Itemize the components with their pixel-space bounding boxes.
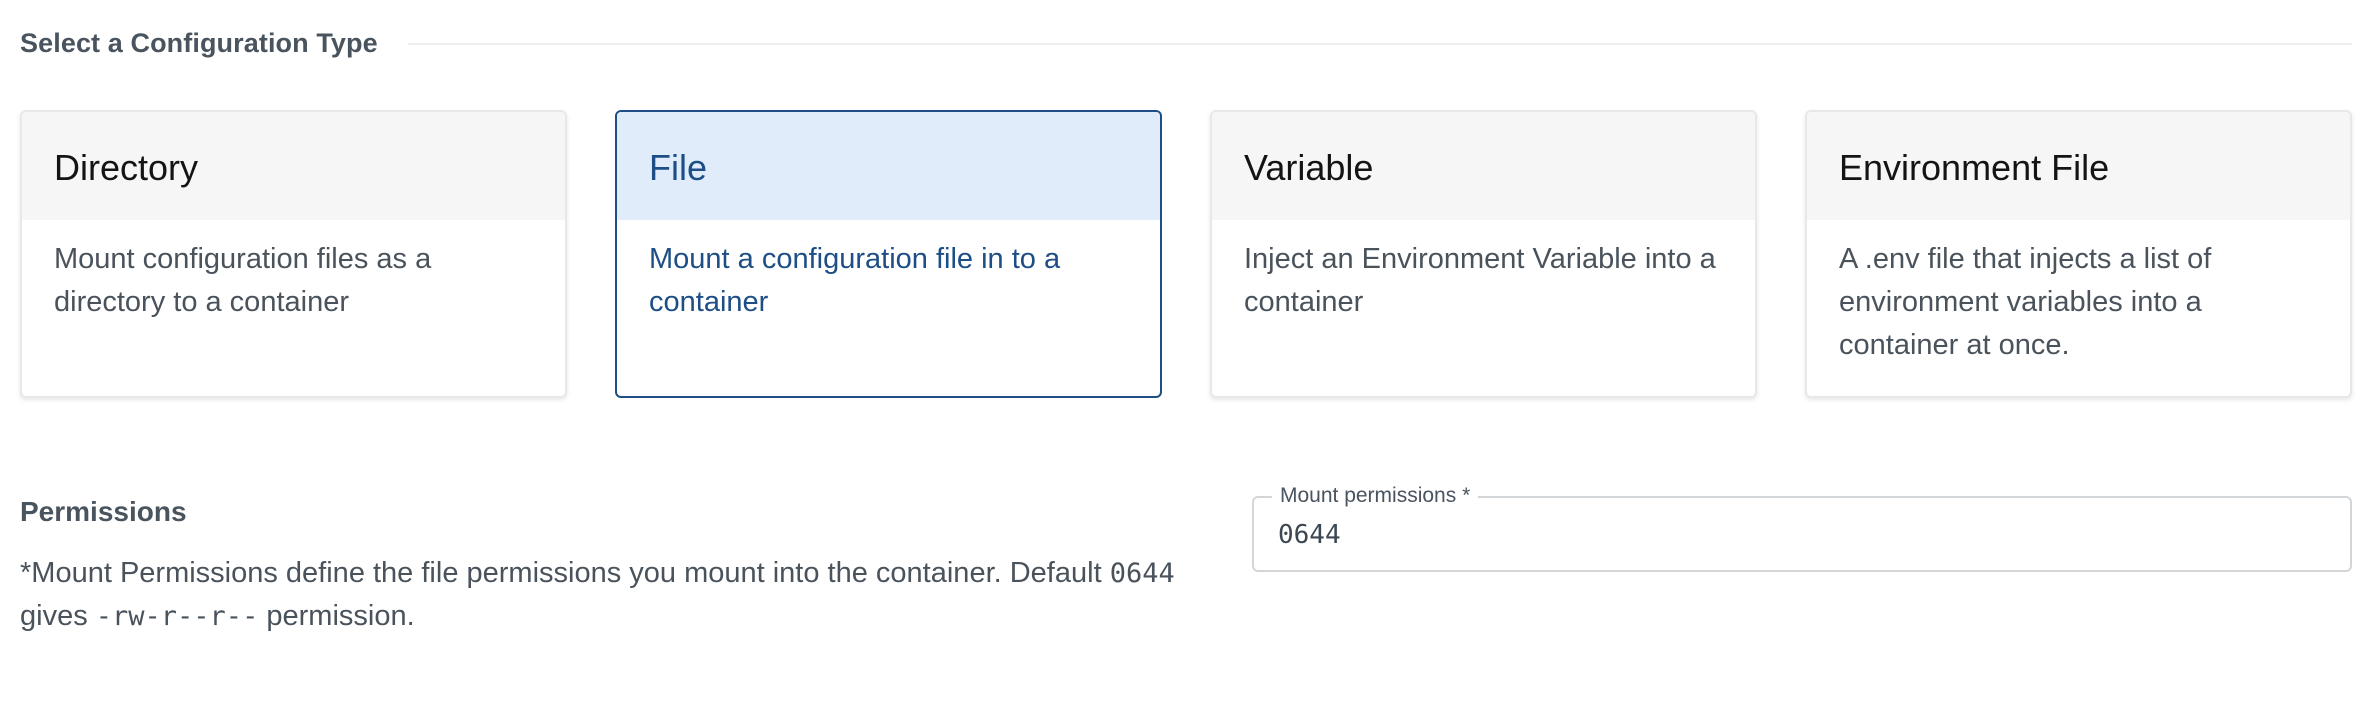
config-type-page: Select a Configuration Type Directory Mo… bbox=[0, 0, 2370, 714]
mount-permissions-label: Mount permissions * bbox=[1272, 483, 1479, 509]
card-title: Environment File bbox=[1839, 147, 2110, 188]
card-header: Environment File bbox=[1807, 112, 2350, 220]
permissions-desc-middle: gives bbox=[20, 600, 96, 632]
card-directory[interactable]: Directory Mount configuration files as a… bbox=[20, 110, 567, 398]
section-header: Select a Configuration Type bbox=[20, 24, 2352, 62]
permissions-default-value: 0644 bbox=[1109, 558, 1175, 589]
card-description: Mount a configuration file in to a conta… bbox=[649, 243, 1061, 318]
permissions-title: Permissions bbox=[20, 496, 187, 527]
mount-permissions-input[interactable] bbox=[1278, 516, 2318, 554]
permissions-desc-suffix: permission. bbox=[258, 600, 415, 632]
card-description: A .env file that injects a list of envir… bbox=[1839, 243, 2212, 361]
mount-permissions-field: Mount permissions * bbox=[1252, 483, 2352, 572]
section-divider bbox=[407, 43, 2352, 45]
card-header: Directory bbox=[22, 112, 565, 220]
card-description: Inject an Environment Variable into a co… bbox=[1244, 243, 1716, 318]
card-variable[interactable]: Variable Inject an Environment Variable … bbox=[1210, 110, 1757, 398]
card-title: Variable bbox=[1244, 147, 1374, 188]
permissions-string: -rw-r--r-- bbox=[95, 601, 259, 632]
card-file[interactable]: File Mount a configuration file in to a … bbox=[615, 110, 1162, 398]
config-type-cards: Directory Mount configuration files as a… bbox=[20, 110, 2352, 398]
card-header: Variable bbox=[1212, 112, 1755, 220]
section-title: Select a Configuration Type bbox=[20, 27, 378, 58]
permissions-description: *Mount Permissions define the file permi… bbox=[20, 552, 1180, 638]
permissions-desc-prefix: *Mount Permissions define the file permi… bbox=[20, 557, 1110, 589]
card-description: Mount configuration files as a directory… bbox=[54, 243, 432, 318]
card-environment-file[interactable]: Environment File A .env file that inject… bbox=[1805, 110, 2352, 398]
card-header: File bbox=[617, 112, 1160, 220]
card-title: Directory bbox=[54, 147, 199, 188]
card-title: File bbox=[649, 147, 708, 188]
